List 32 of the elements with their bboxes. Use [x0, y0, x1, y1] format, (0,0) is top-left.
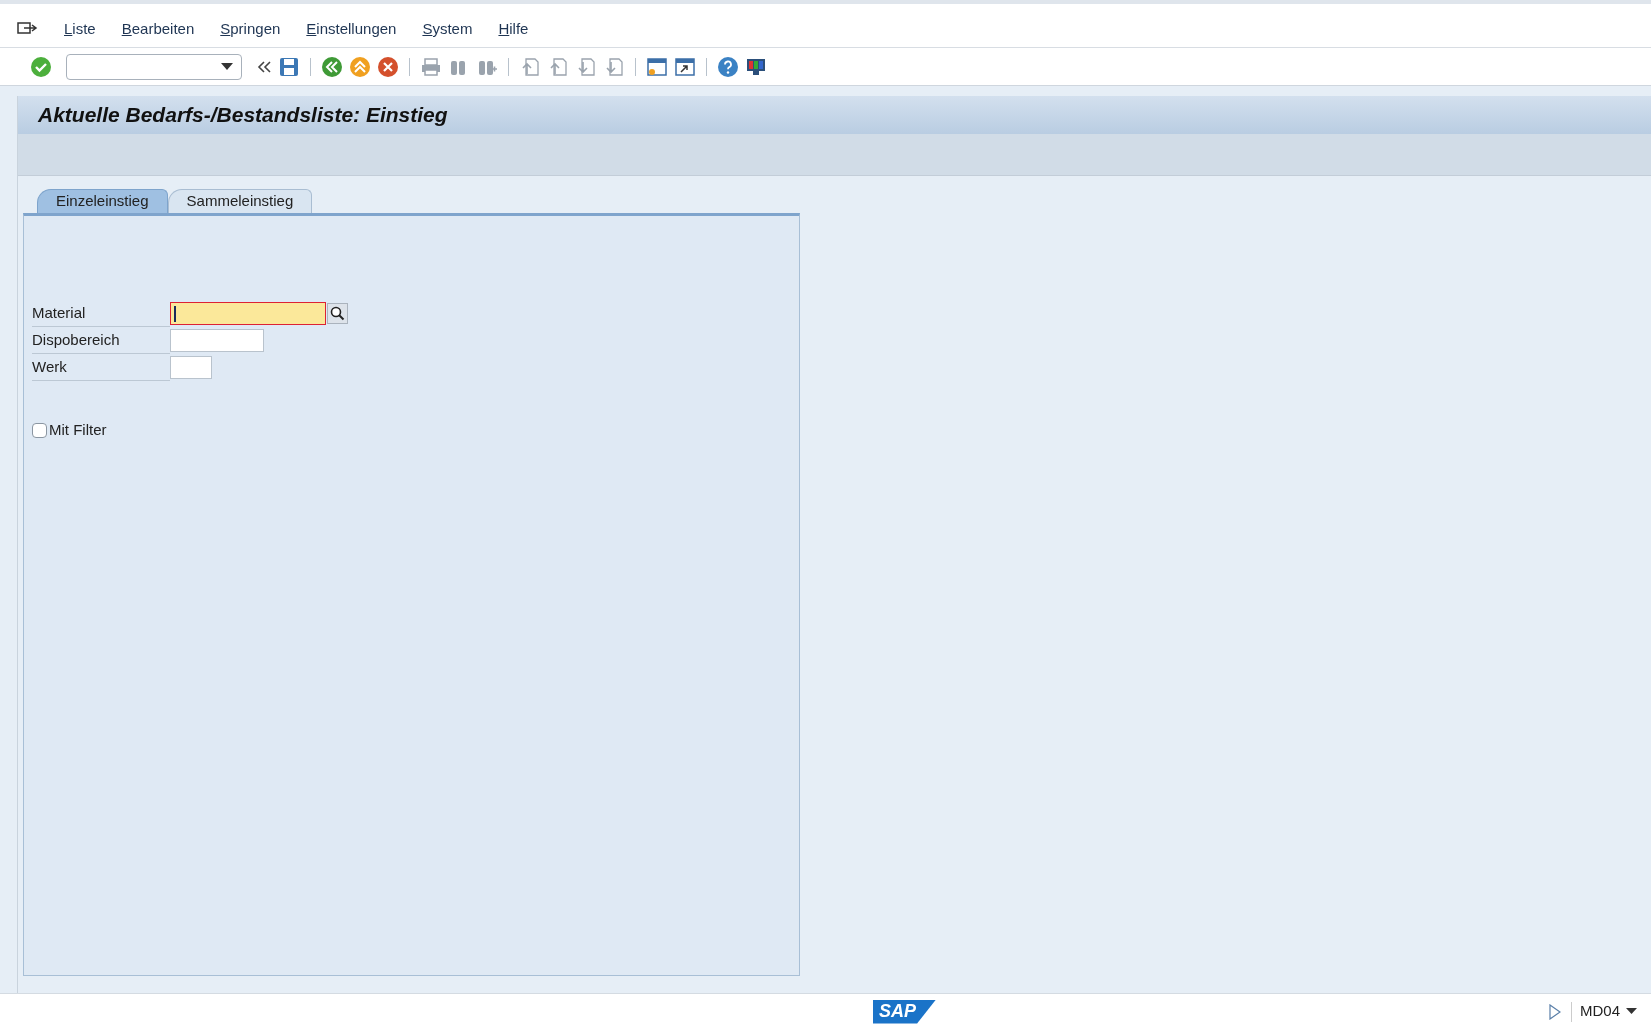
menu-item[interactable]: Einstellungen [306, 18, 397, 41]
menu-item[interactable]: System [422, 18, 473, 41]
sap-logo: SAP [873, 999, 936, 1024]
exit-icon[interactable] [349, 55, 371, 78]
menu-item[interactable]: Liste [64, 18, 96, 41]
menu-item[interactable]: Bearbeiten [121, 18, 195, 41]
dropdown-caret-icon[interactable] [221, 62, 233, 71]
new-window-icon[interactable] [646, 55, 668, 78]
back-icon[interactable] [321, 55, 343, 78]
input-field[interactable] [170, 302, 326, 325]
cancel-icon[interactable] [377, 55, 399, 78]
checkbox[interactable] [32, 422, 47, 438]
checkbox-label: Mit Filter [49, 420, 107, 440]
menu-item[interactable]: Hilfe [498, 18, 529, 41]
screen-title: Aktuelle Bedarfs-/Bestandsliste: Einstieg [38, 102, 448, 129]
field-label: Werk [32, 358, 67, 376]
dropdown-caret-icon[interactable] [1626, 1008, 1637, 1015]
field-label: Dispobereich [32, 331, 120, 349]
input-field[interactable] [170, 356, 212, 379]
menu-item[interactable]: Springen [220, 18, 281, 41]
search-icon[interactable] [327, 303, 348, 324]
command-field[interactable] [66, 53, 242, 80]
shortcut-window-icon[interactable] [674, 55, 696, 78]
field-label: Material [32, 304, 86, 322]
help-icon[interactable] [717, 55, 739, 78]
tab[interactable]: Sammeleinstieg [167, 189, 313, 213]
save-icon[interactable] [278, 55, 300, 78]
play-triangle-icon[interactable] [1549, 1003, 1561, 1020]
input-field[interactable] [170, 329, 264, 352]
transaction-dropdown[interactable]: MD04 [1580, 1000, 1651, 1023]
tab[interactable]: Einzeleinstieg [37, 189, 168, 213]
enter-check-icon[interactable] [30, 55, 52, 78]
